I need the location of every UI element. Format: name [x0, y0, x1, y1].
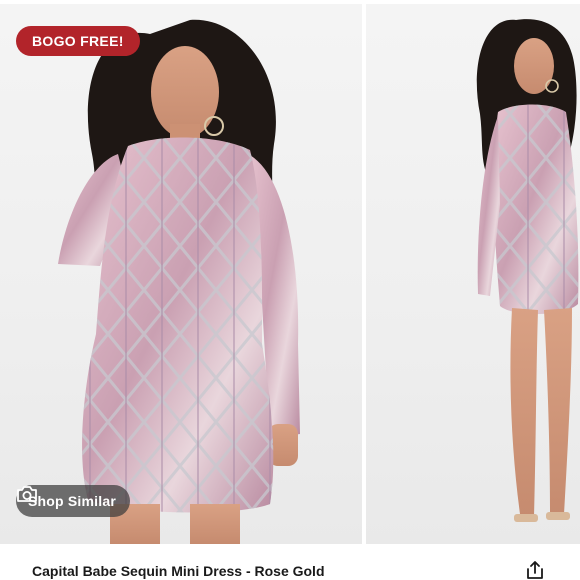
shop-similar-label: Shop Similar	[28, 493, 116, 509]
product-image-gallery[interactable]: BOGO FREE! Shop Similar	[0, 0, 580, 546]
product-photo-secondary[interactable]	[366, 4, 580, 544]
share-icon[interactable]	[524, 560, 546, 580]
shop-similar-button[interactable]: Shop Similar	[16, 485, 130, 517]
product-info-bar: Capital Babe Sequin Mini Dress - Rose Go…	[0, 546, 580, 580]
product-title[interactable]: Capital Babe Sequin Mini Dress - Rose Go…	[32, 563, 325, 579]
bogo-free-badge: BOGO FREE!	[16, 26, 140, 56]
product-photo-main[interactable]: BOGO FREE! Shop Similar	[0, 4, 362, 544]
product-photo-main-illustration	[58, 19, 300, 544]
product-photo-secondary-illustration	[476, 19, 579, 522]
camera-icon	[17, 486, 37, 502]
